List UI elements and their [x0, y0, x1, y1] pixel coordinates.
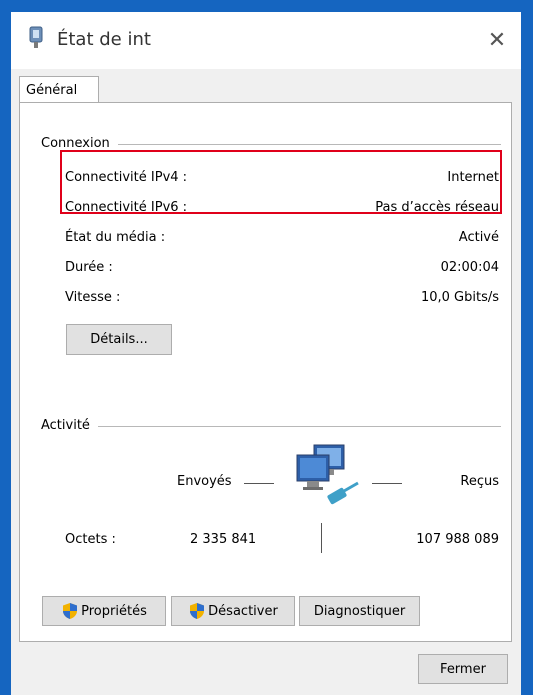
received-dash — [372, 483, 402, 484]
sent-label: Envoyés — [177, 474, 232, 489]
tab-general[interactable]: Général — [19, 76, 99, 103]
close-icon[interactable]: ✕ — [473, 12, 521, 69]
row-value-ipv4: Internet — [447, 170, 499, 185]
section-divider — [41, 426, 501, 427]
row-label-media-state: État du média : — [65, 230, 166, 245]
row-label-duration: Durée : — [65, 260, 113, 275]
received-label: Reçus — [460, 474, 499, 489]
disable-label: Désactiver — [208, 603, 278, 619]
status-dialog: État de int ✕ Général Connexion Connecti… — [11, 12, 521, 695]
network-activity-icon — [296, 444, 359, 505]
section-heading-connexion: Connexion — [41, 136, 118, 151]
bytes-sent-value: 2 335 841 — [190, 532, 257, 547]
row-label-ipv6: Connectivité IPv6 : — [65, 200, 188, 215]
bytes-separator — [321, 523, 322, 553]
window-title: État de int — [57, 29, 151, 50]
close-button[interactable]: Fermer — [418, 654, 508, 684]
uac-shield-icon — [190, 603, 205, 619]
row-value-duration: 02:00:04 — [440, 260, 499, 275]
section-heading-activite: Activité — [41, 418, 98, 433]
sent-dash — [244, 483, 274, 484]
row-label-ipv4: Connectivité IPv4 : — [65, 170, 188, 185]
properties-button[interactable]: Propriétés — [42, 596, 166, 626]
tab-panel-general: Connexion Connectivité IPv4 : Internet C… — [19, 102, 512, 642]
bytes-received-value: 107 988 089 — [416, 532, 499, 547]
row-label-speed: Vitesse : — [65, 290, 121, 305]
title-bar: État de int ✕ — [11, 12, 521, 69]
details-button[interactable]: Détails... — [66, 324, 172, 355]
bytes-label: Octets : — [65, 532, 116, 547]
row-value-speed: 10,0 Gbits/s — [420, 290, 499, 305]
disable-button[interactable]: Désactiver — [171, 596, 295, 626]
diagnose-button[interactable]: Diagnostiquer — [299, 596, 420, 626]
network-adapter-icon — [29, 26, 43, 48]
properties-label: Propriétés — [81, 603, 147, 619]
row-value-ipv6: Pas d’accès réseau — [375, 200, 499, 215]
uac-shield-icon — [63, 603, 78, 619]
row-value-media-state: Activé — [458, 230, 499, 245]
